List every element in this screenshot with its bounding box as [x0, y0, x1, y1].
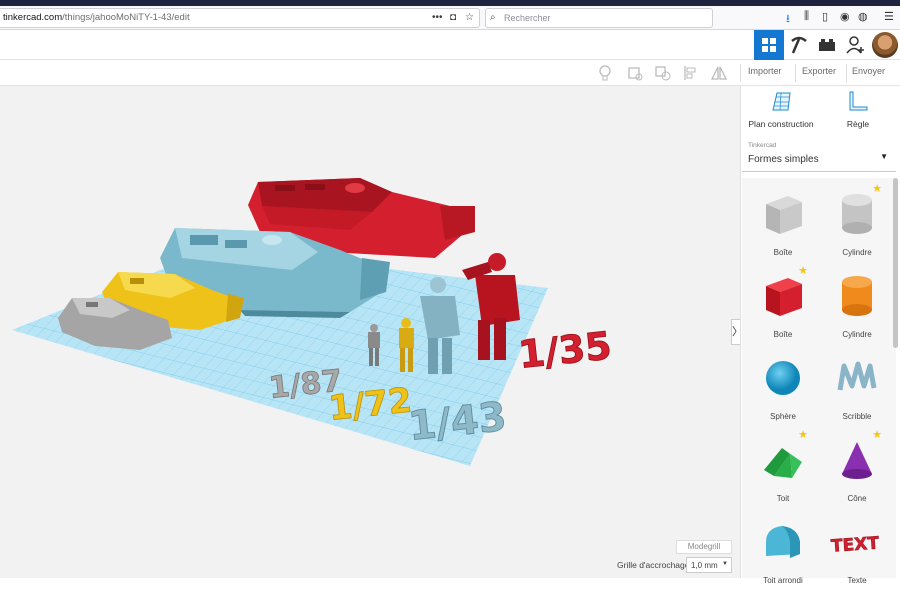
account-icon[interactable]: ◉ — [840, 10, 850, 23]
star-icon: ★ — [798, 265, 808, 277]
url-bar[interactable]: tinkercad.com/things/jahooMoNiTY-1-43/ed… — [0, 8, 480, 28]
shape-label: Boîte — [773, 330, 793, 339]
sphere-blue-icon — [766, 361, 800, 395]
shape-label: Toit — [776, 494, 790, 503]
cylinder-gray-icon — [842, 194, 872, 234]
minecraft-button[interactable] — [784, 30, 814, 60]
text-red-icon: TEXT — [830, 533, 880, 557]
shape-scribble[interactable]: Scribble — [822, 346, 892, 428]
url-host: tinkercad.com — [3, 12, 63, 23]
modegrid-button[interactable]: Modegrill — [676, 540, 732, 554]
grid-snap-value: 1,0 mm — [691, 561, 718, 570]
box-red-icon — [766, 278, 802, 316]
shape-sphere[interactable]: Sphère — [748, 346, 818, 428]
import-button[interactable]: Importer — [748, 66, 782, 76]
extension-icon[interactable]: ◍ — [858, 10, 868, 23]
library-selected-value: Formes simples — [748, 154, 819, 165]
url-text[interactable]: tinkercad.com/things/jahooMoNiTY-1-43/ed… — [3, 12, 190, 23]
shape-round-roof[interactable]: Toit arrondi — [748, 510, 818, 592]
shape-text[interactable]: TEXT Texte — [822, 510, 892, 592]
shape-label: Cylindre — [842, 248, 872, 257]
ruler-icon — [849, 91, 868, 111]
search-icon: ⌕ — [490, 12, 496, 23]
ruler-tool-button[interactable]: Règle — [823, 90, 893, 129]
pocket-icon[interactable]: ◘ — [450, 12, 456, 23]
cylinder-orange-icon — [842, 276, 872, 316]
box-gray-icon — [766, 196, 802, 234]
mirror-icon[interactable] — [710, 64, 728, 82]
3d-scene[interactable]: 1/87 1/72 1/43 1/35 — [0, 86, 740, 578]
ruler-tool-label: Règle — [846, 119, 870, 129]
add-user-icon — [846, 36, 864, 54]
lightbulb-icon[interactable] — [596, 64, 614, 82]
shape-cylinder-gray[interactable]: ★ Cylindre — [822, 182, 892, 264]
group-icon[interactable] — [626, 64, 644, 82]
workplane[interactable]: 1/87 1/72 1/43 1/35 — [0, 86, 740, 578]
workplane-tool-button[interactable]: Plan construction — [746, 90, 816, 129]
workplane-icon — [772, 92, 791, 111]
shape-box-gray[interactable]: Boîte — [748, 182, 818, 264]
star-icon: ★ — [798, 429, 808, 441]
shape-label: Cylindre — [842, 330, 872, 339]
chevron-down-icon: ▼ — [880, 152, 888, 161]
grid-snap-label: Grille d'accrochage — [617, 560, 690, 570]
toolbar-divider — [740, 64, 741, 82]
shape-label: Scribble — [842, 412, 872, 421]
brick-icon — [819, 39, 835, 51]
star-icon: ★ — [872, 183, 882, 195]
download-icon[interactable]: ⭳ — [786, 10, 790, 29]
shape-library-dropdown[interactable]: Tinkercad Formes simples ▼ — [742, 138, 896, 172]
menu-icon[interactable]: ☰ — [884, 10, 894, 23]
library-caption: Tinkercad — [748, 142, 777, 149]
round-roof-icon — [766, 526, 800, 558]
tinkercad-header — [0, 30, 900, 60]
shape-label: Boîte — [773, 248, 793, 257]
svg-text:TEXT: TEXT — [830, 533, 880, 556]
page-actions-icon[interactable]: ••• — [432, 12, 443, 23]
grid-snap-select[interactable]: 1,0 mm ▼ — [686, 557, 732, 573]
shape-roof[interactable]: ★ Toit — [748, 428, 818, 510]
search-placeholder: Rechercher — [504, 13, 551, 23]
shape-label: Toit arrondi — [763, 576, 803, 585]
scribble-icon — [837, 361, 877, 391]
library-icon[interactable]: ⫼ — [804, 10, 809, 23]
3d-design-button[interactable] — [754, 30, 784, 60]
shape-label: Texte — [847, 576, 867, 585]
workplane-tool-label: Plan construction — [748, 119, 814, 129]
shapes-grid: Boîte ★ Cylindre ★ Boîte Cylindre Sphère… — [742, 178, 896, 585]
shapes-scrollbar[interactable] — [893, 178, 898, 348]
sidebar-icon[interactable]: ▯ — [822, 10, 828, 23]
roof-green-icon — [764, 448, 802, 478]
export-button[interactable]: Exporter — [802, 66, 836, 76]
shape-cylinder-orange[interactable]: Cylindre — [822, 264, 892, 346]
url-path: /things/jahooMoNiTY-1-43/edit — [62, 12, 190, 23]
align-icon[interactable] — [682, 64, 700, 82]
toolbar-divider — [846, 64, 847, 82]
search-bar[interactable]: ⌕ Rechercher — [485, 8, 713, 28]
bricks-button[interactable] — [812, 30, 842, 60]
browser-navbar: tinkercad.com/things/jahooMoNiTY-1-43/ed… — [0, 6, 900, 30]
shape-cone[interactable]: ★ Cône — [822, 428, 892, 510]
ungroup-icon[interactable] — [654, 64, 672, 82]
shape-box-red[interactable]: ★ Boîte — [748, 264, 818, 346]
add-user-button[interactable] — [840, 30, 870, 60]
chevron-down-icon: ▼ — [722, 561, 728, 567]
cone-purple-icon — [842, 442, 872, 479]
toolbar-divider — [795, 64, 796, 82]
shape-label: Sphère — [770, 412, 796, 421]
user-avatar[interactable] — [872, 32, 898, 58]
shape-label: Cône — [847, 494, 867, 503]
send-to-button[interactable]: Envoyer — [852, 66, 885, 76]
scale-label-43[interactable]: 1/43 — [406, 393, 509, 450]
star-icon: ★ — [872, 429, 882, 441]
grid-icon — [762, 38, 776, 52]
toolbar: Importer Exporter Envoyer — [0, 60, 900, 86]
bookmark-star-icon[interactable]: ☆ — [465, 12, 474, 23]
pickaxe-icon — [791, 36, 807, 54]
scale-label-35[interactable]: 1/35 — [516, 323, 614, 377]
